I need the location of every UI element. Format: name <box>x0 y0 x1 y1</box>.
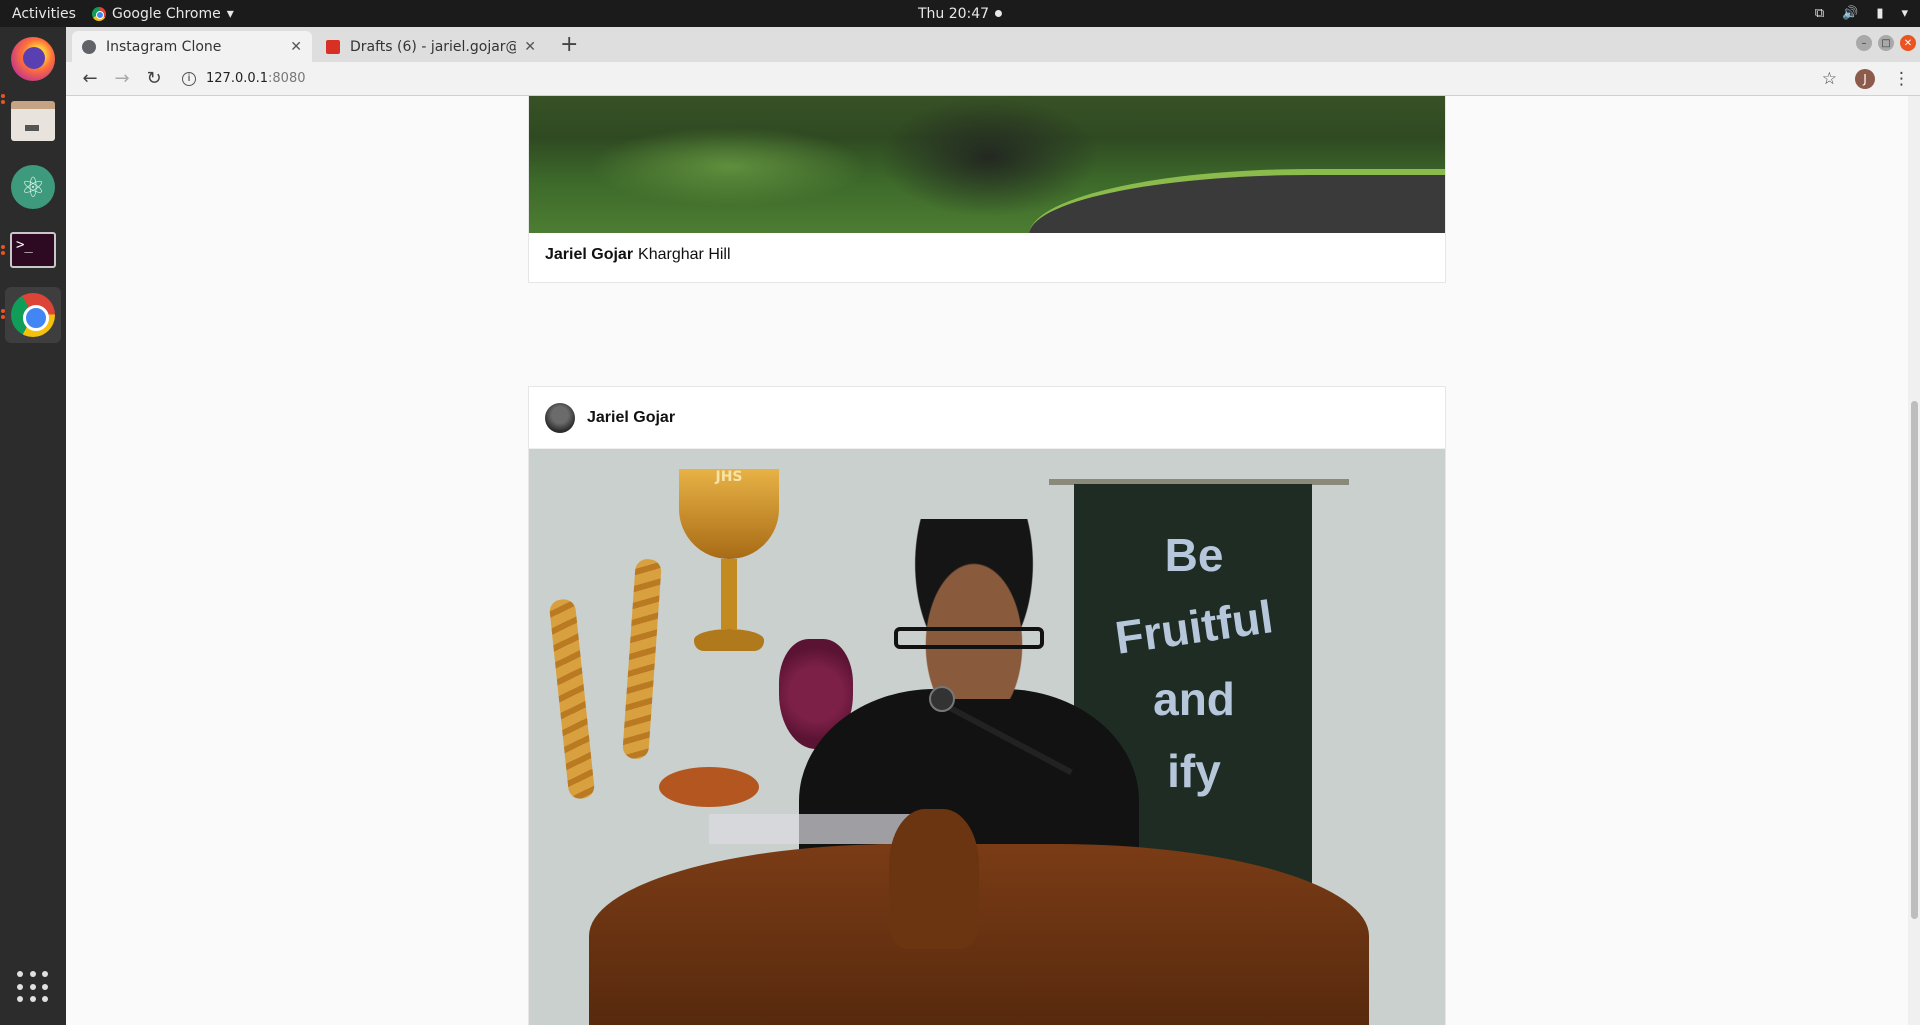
dock-chrome[interactable] <box>5 287 61 343</box>
post-card: Jariel Gojar JHS Be Fruitful and ify <box>528 386 1446 1025</box>
bookmark-star-icon[interactable]: ☆ <box>1822 69 1837 89</box>
dock-atom[interactable]: ⚛ <box>5 159 61 215</box>
tab-instagram-clone[interactable]: Instagram Clone ✕ <box>72 31 312 62</box>
maximize-icon[interactable]: □ <box>1878 35 1894 51</box>
glasses <box>894 627 1044 649</box>
wheat-painting <box>548 598 596 800</box>
firefox-icon <box>11 37 55 81</box>
speaker-head <box>899 519 1049 699</box>
reload-icon[interactable]: ↻ <box>138 68 170 89</box>
tab-gmail-drafts[interactable]: Drafts (6) - jariel.gojar@g ✕ <box>316 31 546 62</box>
tab-strip: Instagram Clone ✕ Drafts (6) - jariel.go… <box>66 27 1920 62</box>
dock-firefox[interactable] <box>5 31 61 87</box>
chrome-icon <box>92 6 106 21</box>
app-grid-icon <box>17 971 49 1003</box>
site-info-icon[interactable]: i <box>182 71 196 86</box>
gmail-icon <box>326 39 340 54</box>
app-menu-label: Google Chrome <box>112 5 221 22</box>
show-applications-button[interactable] <box>5 959 61 1015</box>
close-tab-icon[interactable]: ✕ <box>524 39 536 55</box>
files-icon <box>11 101 55 141</box>
terminal-icon: >_ <box>10 232 56 268</box>
volume-icon: 🔊 <box>1842 6 1859 21</box>
chrome-icon <box>11 293 55 337</box>
kebab-menu-icon[interactable]: ⋮ <box>1893 69 1910 89</box>
post-caption: Jariel Gojar Kharghar Hill <box>545 246 731 264</box>
app-menu[interactable]: Google Chrome ▾ <box>92 6 234 22</box>
post-photo-speaker[interactable]: JHS Be Fruitful and ify <box>529 449 1445 1025</box>
page-viewport: Jariel Gojar Kharghar Hill Jariel Gojar J… <box>66 96 1920 1025</box>
url-port: :8080 <box>268 71 306 86</box>
rock-face <box>879 97 1099 217</box>
notification-dot-icon <box>995 10 1003 17</box>
chalice-painting: JHS <box>679 469 779 659</box>
dock-terminal[interactable]: >_ <box>5 222 61 278</box>
new-tab-button[interactable]: + <box>560 32 578 57</box>
dock-files[interactable] <box>5 93 61 149</box>
scrollbar-thumb[interactable] <box>1911 401 1918 919</box>
address-bar[interactable]: i 127.0.0.1:8080 <box>182 71 306 86</box>
wheat-painting <box>622 558 662 760</box>
clock[interactable]: Thu 20:47 <box>917 5 1003 22</box>
back-icon[interactable]: ← <box>74 68 106 89</box>
post-header: Jariel Gojar <box>529 387 1445 449</box>
window-controls: – □ ✕ <box>1856 35 1916 51</box>
close-window-icon[interactable]: ✕ <box>1900 35 1916 51</box>
chalice-label: JHS <box>679 469 779 559</box>
post-photo-kharghar-hill[interactable] <box>529 96 1445 233</box>
bread-painting <box>659 767 759 807</box>
chrome-window: Instagram Clone ✕ Drafts (6) - jariel.go… <box>66 27 1920 1025</box>
network-icon: ⧉ <box>1814 6 1825 21</box>
url-host: 127.0.0.1 <box>206 71 269 86</box>
clock-label: Thu 20:47 <box>917 5 990 22</box>
close-tab-icon[interactable]: ✕ <box>290 39 302 55</box>
post-card: Jariel Gojar Kharghar Hill <box>528 96 1446 283</box>
caret-down-icon: ▾ <box>226 5 234 22</box>
battery-icon: ▮ <box>1876 6 1884 21</box>
foliage <box>589 127 869 207</box>
tray-menu-chevron-icon: ▾ <box>1901 6 1908 21</box>
minimize-icon[interactable]: – <box>1856 35 1872 51</box>
system-tray[interactable]: ⧉ 🔊 ▮ ▾ <box>1815 6 1908 21</box>
caption-text: Kharghar Hill <box>638 246 731 263</box>
activities-button[interactable]: Activities <box>0 6 92 22</box>
atom-icon: ⚛ <box>11 165 55 209</box>
dock: ⚛ >_ <box>0 27 66 1025</box>
system-top-bar: Activities Google Chrome ▾ Thu 20:47 ⧉ 🔊… <box>0 0 1920 27</box>
tab-title: Drafts (6) - jariel.gojar@g <box>350 38 517 55</box>
vertical-scrollbar[interactable] <box>1908 96 1920 1025</box>
browser-toolbar: ← → ↻ i 127.0.0.1:8080 ☆ J ⋮ <box>66 62 1920 96</box>
profile-avatar[interactable]: J <box>1855 68 1875 89</box>
eagle-carving <box>889 809 979 949</box>
microphone-icon <box>929 686 955 712</box>
tab-title: Instagram Clone <box>106 38 222 55</box>
podium <box>589 844 1369 1025</box>
forward-icon[interactable]: → <box>106 68 138 89</box>
avatar[interactable] <box>545 402 575 433</box>
post-username[interactable]: Jariel Gojar <box>587 409 675 427</box>
globe-icon <box>82 39 96 54</box>
caption-username[interactable]: Jariel Gojar <box>545 246 633 263</box>
